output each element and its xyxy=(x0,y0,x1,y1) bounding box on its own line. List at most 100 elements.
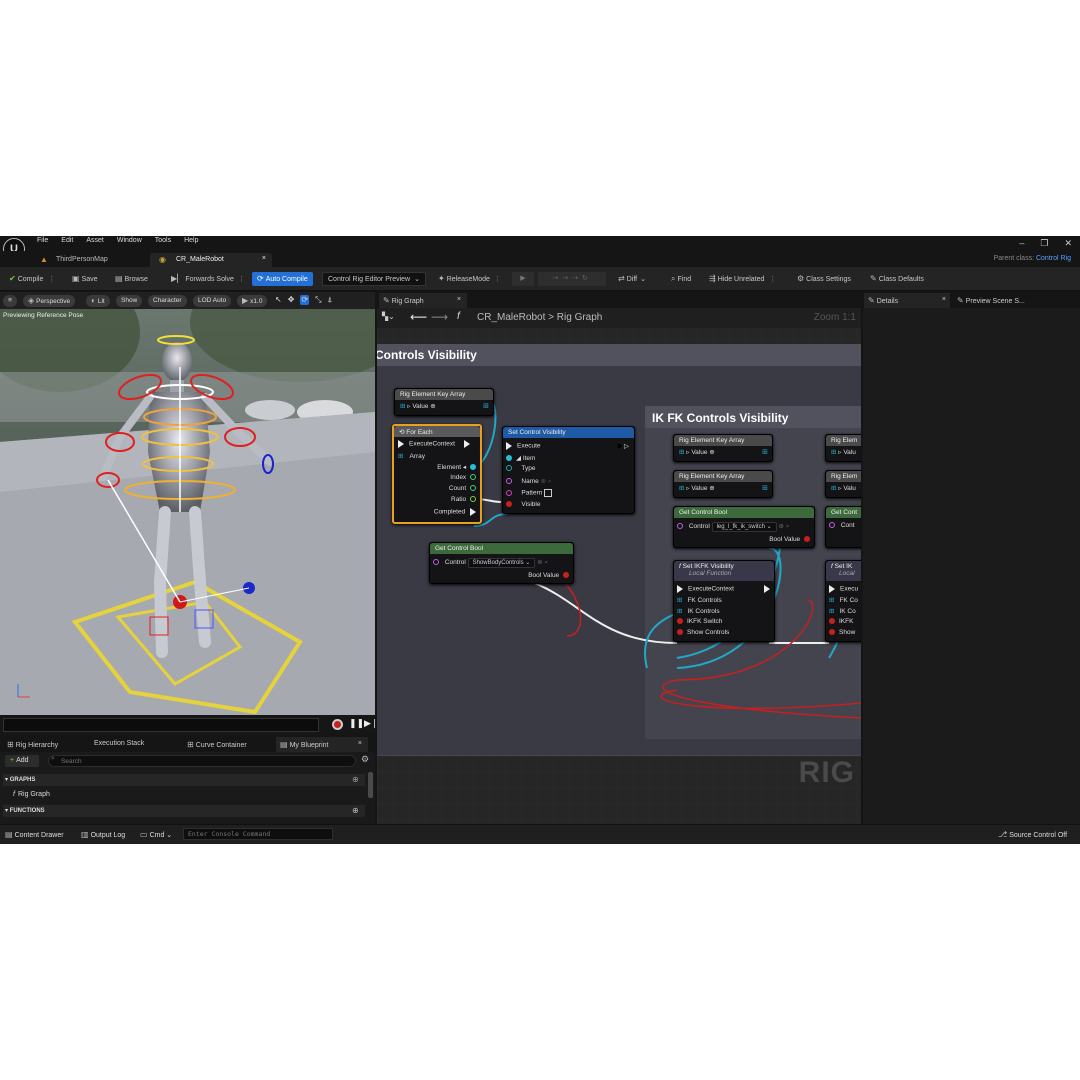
pin-bool-value[interactable]: Bool Value xyxy=(528,572,569,579)
search-input[interactable] xyxy=(48,755,356,767)
pin-control[interactable]: Control ShowBodyControls ⌄ ⊕ ⌕ xyxy=(433,558,548,568)
class-settings-button[interactable]: ⚙ Class Settings xyxy=(792,272,856,286)
perspective-button[interactable]: ◈ Perspective xyxy=(23,295,76,307)
pin-value[interactable]: ⊞ ▹ Value ⊕ xyxy=(679,448,715,456)
tab-details[interactable]: ✎ Details × xyxy=(864,293,950,308)
close-window-button[interactable]: ✕ xyxy=(1064,238,1072,249)
viewport-menu-button[interactable]: ≡ xyxy=(3,295,17,307)
show-button[interactable]: Show xyxy=(116,295,143,307)
menu-edit[interactable]: Edit xyxy=(61,237,73,244)
scrollbar[interactable] xyxy=(368,772,373,798)
pin-array-in[interactable]: ⊞ Array xyxy=(398,452,425,460)
control-dropdown[interactable]: ShowBodyControls ⌄ xyxy=(467,558,536,568)
pin-completed[interactable]: Completed xyxy=(434,508,476,516)
graph-canvas[interactable]: ▚⌄ ⟵ ⟶ f CR_MaleRobot > Rig Graph Zoom 1… xyxy=(377,308,861,824)
pin-ikfk[interactable]: IKFK xyxy=(829,618,853,625)
graphs-section[interactable] xyxy=(3,774,365,786)
add-button[interactable]: + Add xyxy=(5,755,39,767)
pin-control[interactable]: Cont xyxy=(829,522,855,529)
cmd-dropdown[interactable]: ▭ Cmd ⌄ xyxy=(140,830,172,839)
add-function-icon[interactable]: ⊕ xyxy=(352,806,359,815)
browse-button[interactable]: ▤ Browse xyxy=(110,272,153,286)
node-clipped-4[interactable]: f Set IK Local Execu ⊞ FK Co ⊞ IK Co IKFK … xyxy=(825,560,861,642)
restore-button[interactable]: ❐ xyxy=(1040,238,1048,249)
node-set-ikfk-visibility[interactable]: f Set IKFK Visibility Local Function Exe… xyxy=(673,560,775,642)
pin-fk[interactable]: ⊞ FK Co xyxy=(829,596,858,604)
close-tab-icon[interactable]: × xyxy=(942,296,946,303)
rotate-icon[interactable]: ⟳ xyxy=(300,295,310,305)
select-icon[interactable]: ↖ xyxy=(275,295,282,305)
timeline-scrubber[interactable] xyxy=(3,718,319,732)
move-icon[interactable]: ✥ xyxy=(288,295,295,305)
release-mode-button[interactable]: ✦ ReleaseMode ⋮ xyxy=(433,272,506,286)
character-button[interactable]: Character xyxy=(148,295,187,307)
pin-value[interactable]: ⊞ ▹ Valu xyxy=(831,448,856,456)
surface-snap-icon[interactable]: ⍋ xyxy=(328,295,333,305)
pin-fk-controls[interactable]: ⊞ FK Controls xyxy=(677,596,722,604)
tab-rig-hierarchy[interactable]: ⊞ Rig Hierarchy xyxy=(7,740,58,749)
source-control-button[interactable]: ⎇ Source Control Off xyxy=(998,830,1067,839)
menu-help[interactable]: Help xyxy=(184,237,198,244)
pin-ikfk-switch[interactable]: IKFK Switch xyxy=(677,618,722,625)
content-drawer-button[interactable]: ▤ Content Drawer xyxy=(5,830,64,839)
add-pin-icon[interactable]: ⊕ xyxy=(430,403,435,410)
control-dropdown[interactable]: leg_l_fk_ik_switch ⌄ xyxy=(711,522,777,532)
pin-name[interactable]: Name ⊕ ⌕ xyxy=(506,477,551,486)
menu-window[interactable]: Window xyxy=(117,237,142,244)
pin-control[interactable]: Control leg_l_fk_ik_switch ⌄ ⊕ ⌕ xyxy=(677,522,789,532)
pin-exec[interactable]: Execu xyxy=(829,585,858,593)
pin-exec-out[interactable]: ▷ xyxy=(618,442,629,450)
pin-value[interactable]: ⊞ ▹ Value ⊕ xyxy=(400,402,436,410)
pin-execute[interactable]: Execute xyxy=(506,442,541,450)
hide-unrelated-button[interactable]: ⇶ Hide Unrelated ⋮ xyxy=(704,272,781,286)
close-tab-icon[interactable]: × xyxy=(457,296,461,303)
close-tab-icon[interactable]: × xyxy=(262,255,266,262)
node-for-each[interactable]: ⟲ For Each ExecuteContext ⊞ Array Element… xyxy=(392,424,482,524)
pin-pattern[interactable]: Pattern xyxy=(506,489,553,497)
speed-button[interactable]: ▶ x1.0 xyxy=(237,295,268,307)
node-clipped-2[interactable]: Rig Elem ⊞ ▹ Valu xyxy=(825,470,861,498)
pin-show[interactable]: Show xyxy=(829,629,855,636)
step-controls[interactable]: ⇢⇢⇢↻ xyxy=(538,272,606,286)
tab-preview-scene[interactable]: ✎ Preview Scene S... xyxy=(957,296,1025,305)
add-pin-icon[interactable]: ⊕ xyxy=(709,485,714,492)
lod-button[interactable]: LOD Auto xyxy=(193,295,232,307)
node-get-control-bool[interactable]: Get Control Bool Control ShowBodyControl… xyxy=(429,542,574,584)
viewport[interactable] xyxy=(0,292,375,715)
tab-my-blueprint[interactable]: ▤ My Blueprint × xyxy=(276,737,368,752)
pin-executecontext-in[interactable]: ExecuteContext xyxy=(398,440,455,448)
compile-button[interactable]: ✔ Compile ⋮ xyxy=(4,272,60,286)
pin-item[interactable]: ◢ Item xyxy=(506,454,535,462)
parent-class-link[interactable]: Control Rig xyxy=(1036,255,1071,262)
play-button[interactable]: ▶ xyxy=(512,272,534,286)
node-rig-element-key-array-3[interactable]: Rig Element Key Array ⊞ ▹ Value ⊕ ⊞ xyxy=(673,470,773,498)
menu-asset[interactable]: Asset xyxy=(86,237,104,244)
menu-file[interactable]: File xyxy=(37,237,48,244)
array-pin-icon[interactable]: ⊞ xyxy=(762,448,768,456)
node-clipped-1[interactable]: Rig Elem ⊞ ▹ Valu xyxy=(825,434,861,462)
array-pin-icon[interactable]: ⊞ xyxy=(483,402,489,410)
pin-element[interactable]: Element ◂ xyxy=(437,463,476,471)
pin-value[interactable]: ⊞ ▹ Valu xyxy=(831,484,856,492)
node-rig-element-key-array[interactable]: Rig Element Key Array ⊞ ▹ Value ⊕ ⊞ xyxy=(394,388,494,416)
pin-bool-value[interactable]: Bool Value xyxy=(769,536,810,543)
pin-ik-controls[interactable]: ⊞ IK Controls xyxy=(677,607,720,615)
console-input[interactable] xyxy=(183,828,333,840)
output-log-button[interactable]: ▥ Output Log xyxy=(81,830,125,839)
record-icon[interactable] xyxy=(332,719,343,730)
functions-section[interactable] xyxy=(3,805,365,817)
pin-type[interactable]: Type xyxy=(506,465,536,472)
pin-ratio[interactable]: Ratio xyxy=(451,496,476,503)
gear-icon[interactable]: ⚙ xyxy=(361,754,369,765)
diff-button[interactable]: ⇄ Diff ⌄ xyxy=(613,272,651,286)
pin-executecontext[interactable]: ExecuteContext xyxy=(677,585,734,593)
pin-index[interactable]: Index xyxy=(450,474,476,481)
pattern-checkbox[interactable] xyxy=(544,489,553,497)
pin-ik[interactable]: ⊞ IK Co xyxy=(829,607,856,615)
minimize-button[interactable]: – xyxy=(1019,238,1024,249)
node-get-control-bool-2[interactable]: Get Control Bool Control leg_l_fk_ik_swi… xyxy=(673,506,815,548)
tab-execution-stack[interactable]: Execution Stack xyxy=(94,740,144,747)
graph-item-rig-graph[interactable]: f Rig Graph xyxy=(13,791,50,798)
pin-visible[interactable]: Visible xyxy=(506,501,540,508)
preview-dropdown[interactable]: Control Rig Editor Preview ⌄ xyxy=(322,272,426,286)
